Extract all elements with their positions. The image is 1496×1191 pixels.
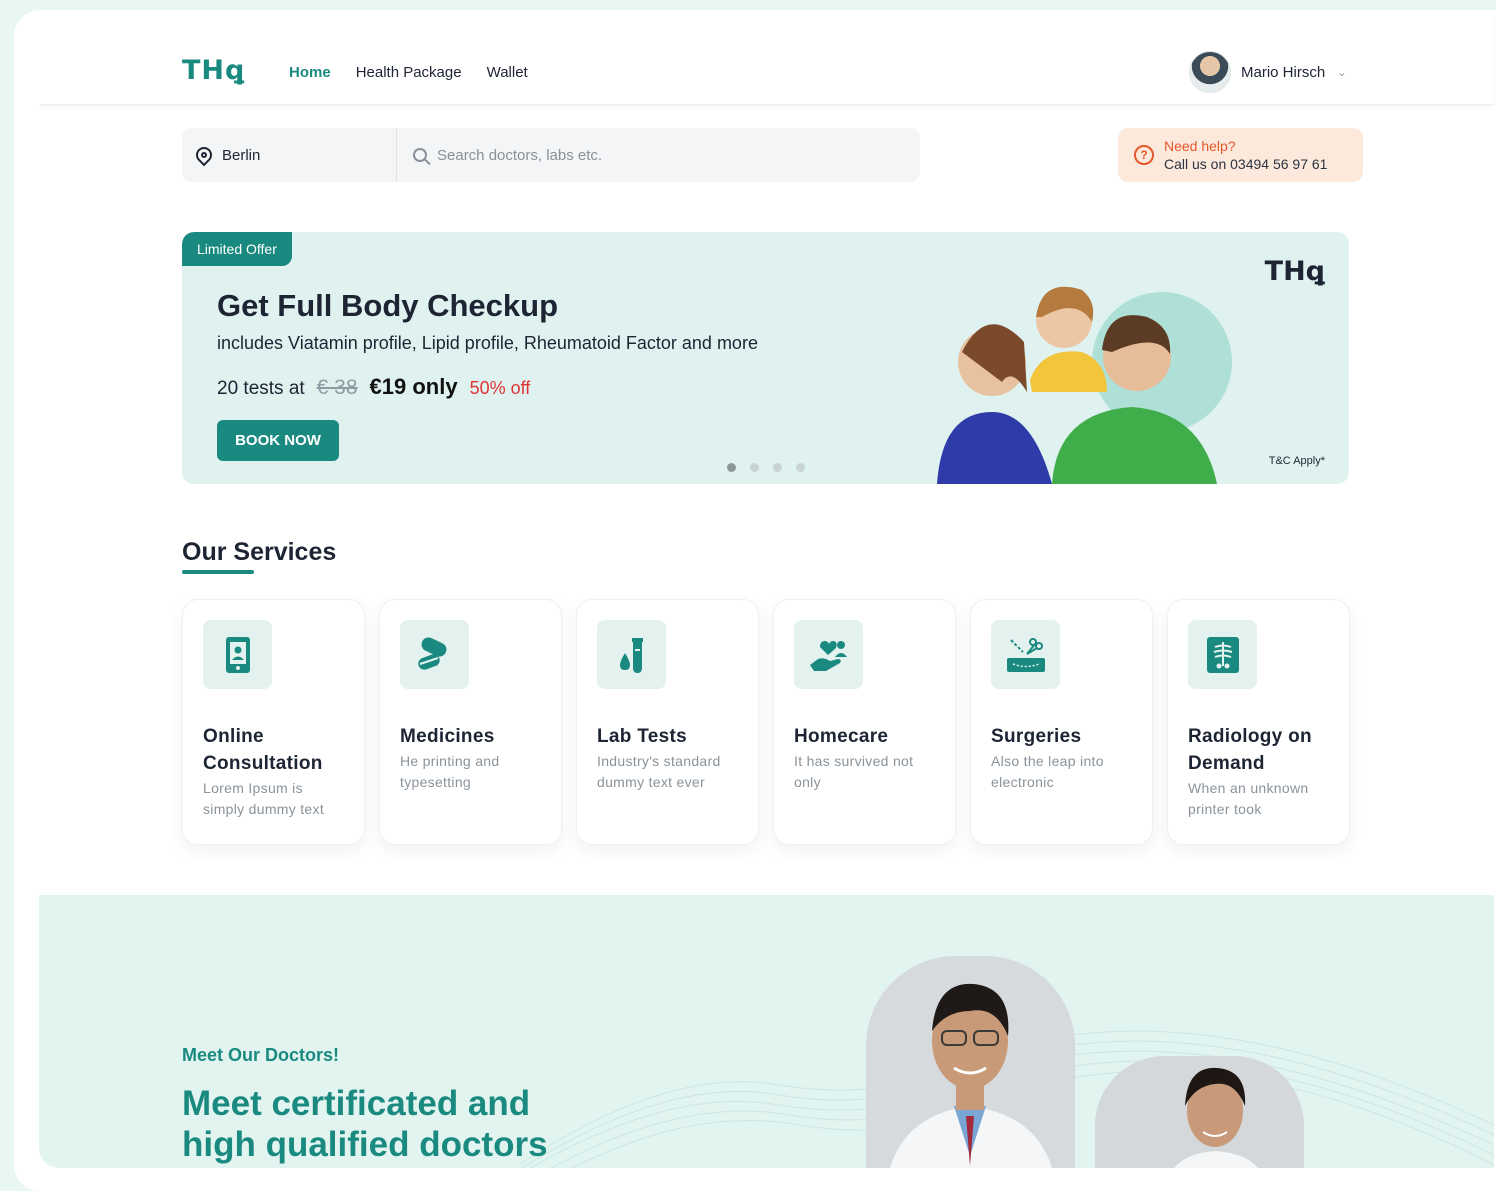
search-input[interactable]: Search doctors, labs etc. <box>397 147 602 164</box>
search-bar: Berlin Search doctors, labs etc. <box>182 128 920 182</box>
user-name[interactable]: Mario Hirsch <box>1241 64 1325 81</box>
tests-label: 20 tests at <box>217 378 305 399</box>
carousel-dot-1[interactable] <box>727 463 736 472</box>
terms-note[interactable]: T&C Apply* <box>1269 455 1325 467</box>
page: THꝗ Home Health Package Wallet Mario Hir… <box>39 10 1496 1168</box>
services-list: Online Consultation Lorem Ipsum is simpl… <box>182 599 1350 845</box>
service-card-homecare[interactable]: Homecare It has survived not only <box>773 599 956 845</box>
doctors-heading: Meet certificated and high qualified doc… <box>182 1084 548 1164</box>
service-desc: It has survived not only <box>794 753 914 790</box>
nav-health-package[interactable]: Health Package <box>356 64 462 81</box>
limited-offer-badge: Limited Offer <box>182 232 292 266</box>
brand-logo[interactable]: THꝗ <box>182 55 245 86</box>
banner-price: 20 tests at € 38 €19 only 50% off <box>217 374 530 400</box>
service-title: Radiology on Demand <box>1188 726 1312 774</box>
help-text: Need help? Call us on 03494 56 97 61 <box>1164 138 1327 172</box>
carousel-dot-2[interactable] <box>750 463 759 472</box>
doctors-section: Meet Our Doctors! Meet certificated and … <box>39 895 1494 1168</box>
scissors-icon <box>991 620 1060 689</box>
help-title: Need help? <box>1164 138 1236 154</box>
doctor-photo-2[interactable] <box>1095 1056 1304 1168</box>
banner-title: Get Full Body Checkup <box>217 288 559 323</box>
book-now-button[interactable]: BOOK NOW <box>217 420 339 461</box>
service-card-radiology[interactable]: Radiology on Demand When an unknown prin… <box>1167 599 1350 845</box>
test-tube-icon <box>597 620 666 689</box>
carousel-dot-4[interactable] <box>796 463 805 472</box>
location-pin-icon <box>192 143 216 167</box>
doctor-photo-1[interactable] <box>866 956 1075 1168</box>
phone-doctor-icon <box>203 620 272 689</box>
help-phone[interactable]: Call us on 03494 56 97 61 <box>1164 156 1327 172</box>
nav-wallet[interactable]: Wallet <box>487 64 528 81</box>
search-icon <box>413 148 427 162</box>
avatar[interactable] <box>1189 51 1231 93</box>
pills-icon <box>400 620 469 689</box>
service-card-lab-tests[interactable]: Lab Tests Industry's standard dummy text… <box>576 599 759 845</box>
user-menu[interactable]: Mario Hirsch ⌄ <box>1189 51 1346 93</box>
offer-banner: Limited Offer Get Full Body Checkup incl… <box>182 232 1349 484</box>
main-nav: Home Health Package Wallet <box>289 64 528 81</box>
location-selector[interactable]: Berlin <box>182 128 397 182</box>
heading-underline <box>182 570 254 574</box>
service-desc: He printing and typesetting <box>400 753 500 790</box>
service-title: Medicines <box>400 726 495 747</box>
family-illustration <box>937 286 1232 484</box>
service-desc: Industry's standard dummy text ever <box>597 753 721 790</box>
old-price: € 38 <box>316 376 358 399</box>
carousel-dots <box>727 463 805 472</box>
service-title: Lab Tests <box>597 726 687 747</box>
search-placeholder[interactable]: Search doctors, labs etc. <box>437 147 602 164</box>
discount-label: 50% off <box>469 378 531 398</box>
service-desc: When an unknown printer took <box>1188 780 1309 817</box>
service-title: Online Consultation <box>203 726 323 774</box>
care-hand-icon <box>794 620 863 689</box>
service-desc: Also the leap into electronic <box>991 753 1104 790</box>
help-box[interactable]: ? Need help? Call us on 03494 56 97 61 <box>1118 128 1363 182</box>
nav-home[interactable]: Home <box>289 64 331 81</box>
carousel-dot-3[interactable] <box>773 463 782 472</box>
service-card-online-consultation[interactable]: Online Consultation Lorem Ipsum is simpl… <box>182 599 365 845</box>
xray-icon <box>1188 620 1257 689</box>
top-header: THꝗ Home Health Package Wallet Mario Hir… <box>39 10 1494 105</box>
service-card-medicines[interactable]: Medicines He printing and typesetting <box>379 599 562 845</box>
services-heading: Our Services <box>182 538 337 566</box>
doctors-eyebrow: Meet Our Doctors! <box>182 1045 340 1065</box>
help-icon: ? <box>1134 145 1154 165</box>
service-desc: Lorem Ipsum is simply dummy text <box>203 780 325 817</box>
new-price: €19 only <box>369 374 458 399</box>
app-frame: THꝗ Home Health Package Wallet Mario Hir… <box>14 10 1496 1191</box>
banner-logo: THꝗ <box>1264 256 1325 287</box>
service-title: Surgeries <box>991 726 1082 747</box>
banner-subtitle: includes Viatamin profile, Lipid profile… <box>217 333 758 353</box>
service-title: Homecare <box>794 726 889 747</box>
service-card-surgeries[interactable]: Surgeries Also the leap into electronic <box>970 599 1153 845</box>
chevron-down-icon[interactable]: ⌄ <box>1337 66 1346 79</box>
location-value[interactable]: Berlin <box>222 147 260 164</box>
